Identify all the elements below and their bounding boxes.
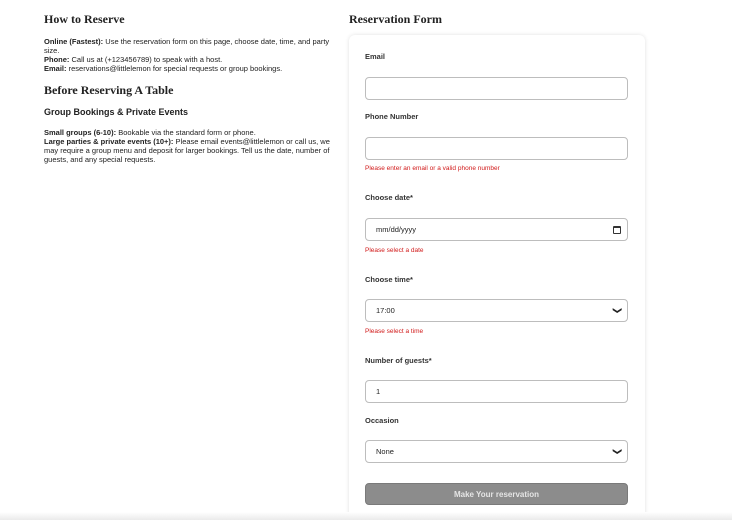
reservation-page: How to Reserve Online (Fastest): Use the…: [0, 0, 732, 520]
phone-info: Phone: Call us at (+123456789) to speak …: [44, 55, 340, 64]
email-label: Email: [365, 52, 386, 61]
make-reservation-button[interactable]: Make Your reservation: [365, 483, 628, 505]
email-info: Email: reservations@littlelemon for spec…: [44, 64, 340, 73]
occasion-value: None: [376, 447, 394, 456]
reservation-form-heading: Reservation Form: [349, 12, 442, 26]
date-placeholder: mm/dd/yyyy: [376, 225, 417, 234]
online-info: Online (Fastest): Use the reservation fo…: [44, 37, 340, 55]
email-info-label: Email:: [44, 64, 67, 73]
phone-field[interactable]: [365, 137, 628, 160]
before-reserving-heading: Before Reserving A Table: [44, 83, 174, 97]
time-select[interactable]: 17:00 ❮: [365, 299, 628, 322]
how-to-reserve-heading: How to Reserve: [44, 12, 125, 26]
large-parties-info: Large parties & private events (10+): Pl…: [44, 137, 340, 164]
date-field[interactable]: mm/dd/yyyy: [365, 218, 628, 241]
occasion-label: Occasion: [365, 416, 399, 425]
small-groups-text: Bookable via the standard form or phone.: [118, 128, 256, 137]
guests-label: Number of guests*: [365, 356, 432, 365]
calendar-icon[interactable]: [613, 225, 621, 234]
time-label: Choose time*: [365, 275, 413, 284]
small-groups-info: Small groups (6-10): Bookable via the st…: [44, 128, 340, 137]
time-error: Please select a time: [365, 328, 424, 335]
phone-label: Phone Number: [365, 112, 419, 121]
email-info-text: reservations@littlelemon for special req…: [68, 64, 283, 73]
time-value: 17:00: [376, 306, 395, 315]
online-label: Online (Fastest):: [44, 37, 104, 46]
guests-field[interactable]: 1: [365, 380, 628, 403]
large-parties-label: Large parties & private events (10+):: [44, 137, 174, 146]
chevron-down-icon: ❮: [611, 306, 622, 315]
small-groups-label: Small groups (6-10):: [44, 128, 117, 137]
contact-error: Please enter an email or a valid phone n…: [365, 165, 500, 172]
reservation-form: Email Phone Number Please enter an email…: [349, 35, 645, 520]
phone-info-text: Call us at (+123456789) to speak with a …: [71, 55, 223, 64]
phone-info-label: Phone:: [44, 55, 70, 64]
bottom-edge: [0, 512, 732, 520]
date-error: Please select a date: [365, 247, 424, 254]
group-bookings-heading: Group Bookings & Private Events: [44, 107, 189, 117]
occasion-select[interactable]: None ❮: [365, 440, 628, 463]
email-field[interactable]: [365, 77, 628, 100]
date-label: Choose date*: [365, 193, 413, 202]
chevron-down-icon: ❮: [611, 447, 622, 456]
